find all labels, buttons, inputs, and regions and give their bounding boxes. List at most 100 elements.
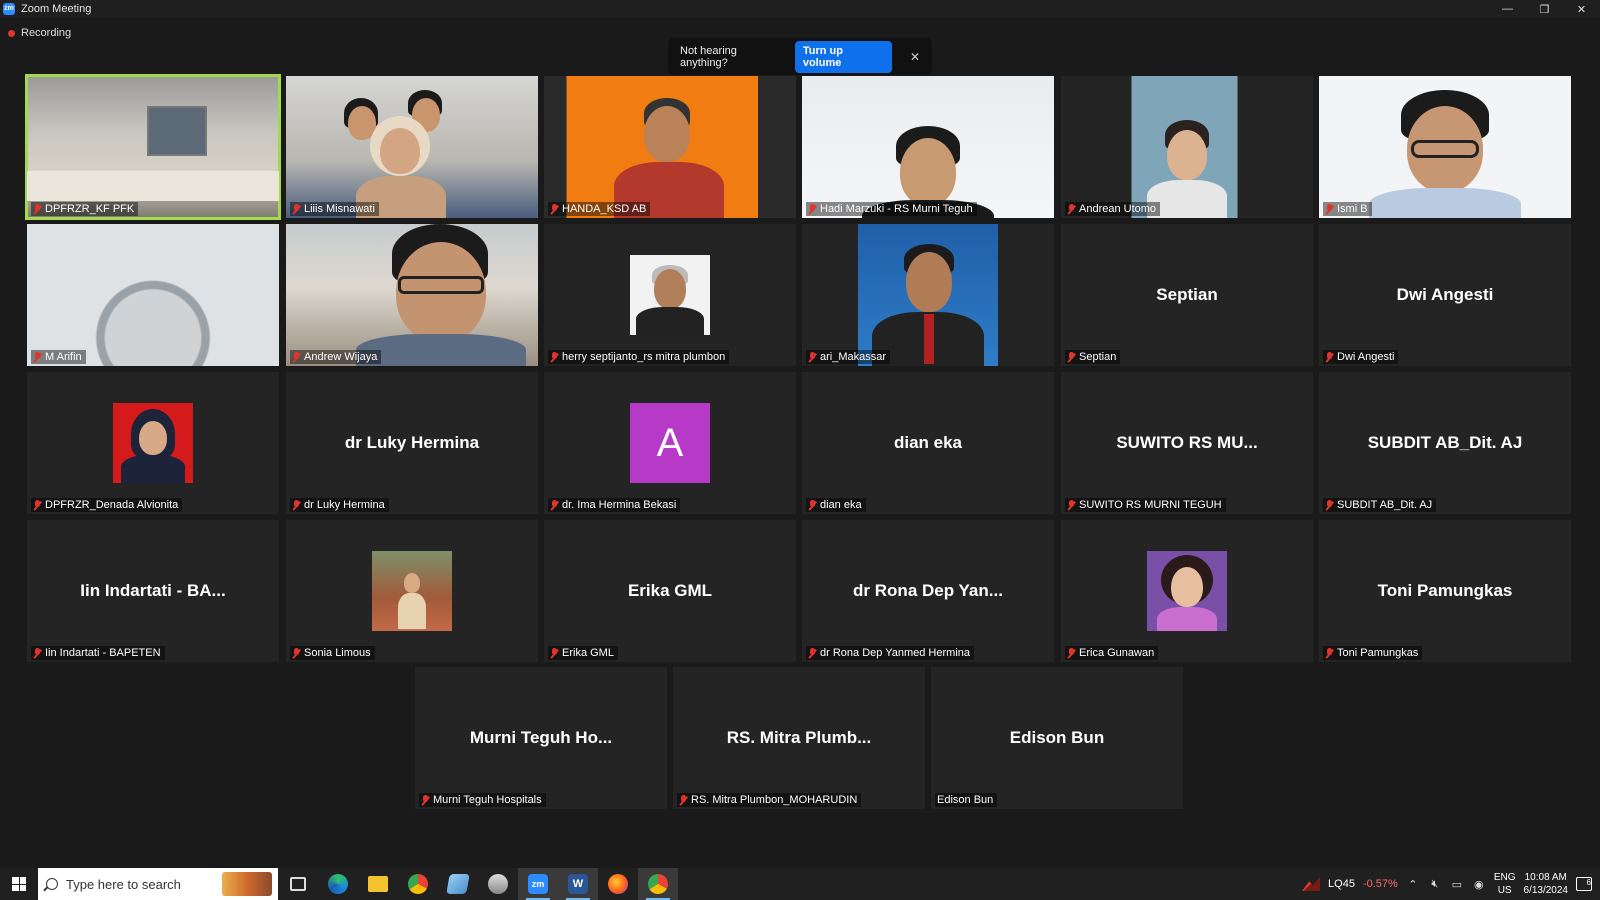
participant-name-label: dr Rona Dep Yanmed Hermina — [806, 646, 975, 660]
avatar-letter: A — [630, 403, 710, 483]
muted-mic-icon — [550, 203, 559, 215]
word-icon[interactable]: W — [558, 868, 598, 900]
muted-mic-icon — [292, 203, 301, 215]
muted-mic-icon — [808, 647, 817, 659]
participant-display-name: Dwi Angesti — [1396, 285, 1494, 304]
video-tile[interactable]: Liiis Misnawati — [286, 76, 538, 218]
zoom-taskbar-icon[interactable]: zm — [518, 868, 558, 900]
video-tile[interactable]: DPFRZR_KF PFK — [25, 74, 281, 220]
video-tile[interactable]: dr Rona Dep Yan... dr Rona Dep Yanmed He… — [802, 520, 1054, 662]
participant-name-label: Andrew Wijaya — [290, 350, 382, 364]
participant-name-label: M Arifin — [31, 350, 86, 364]
video-tile[interactable]: M Arifin — [27, 224, 279, 366]
window-title: Zoom Meeting — [21, 3, 92, 15]
stock-symbol[interactable]: LQ45 — [1328, 878, 1355, 890]
notification-icon[interactable]: 6 — [1576, 877, 1592, 891]
video-tile[interactable]: Erika GML Erika GML — [544, 520, 796, 662]
participant-name-label: herry septijanto_rs mitra plumbon — [548, 350, 730, 364]
video-tile[interactable]: Septian Septian — [1061, 224, 1313, 366]
chrome-icon[interactable] — [398, 868, 438, 900]
participant-display-name: dian eka — [893, 433, 963, 452]
profile-photo — [1147, 551, 1227, 631]
video-tile[interactable]: SUBDIT AB_Dit. AJ SUBDIT AB_Dit. AJ — [1319, 372, 1571, 514]
muted-mic-icon — [1325, 351, 1334, 363]
participant-name-label: DPFRZR_Denada Alvionita — [31, 498, 183, 512]
muted-mic-icon — [1325, 647, 1334, 659]
video-tile[interactable]: RS. Mitra Plumb... RS. Mitra Plumbon_MOH… — [673, 667, 925, 809]
notes-app-icon[interactable] — [438, 868, 478, 900]
participant-display-name: Erika GML — [627, 581, 713, 600]
participant-name-label: Hadi Marzuki - RS Murni Teguh — [806, 202, 977, 216]
firefox-icon[interactable] — [598, 868, 638, 900]
video-tile[interactable]: dr Luky Hermina dr Luky Hermina — [286, 372, 538, 514]
muted-mic-icon — [1325, 499, 1334, 511]
video-tile[interactable]: SUWITO RS MU... SUWITO RS MURNI TEGUH — [1061, 372, 1313, 514]
muted-mic-icon — [1067, 499, 1076, 511]
muted-mic-icon — [808, 499, 817, 511]
video-tile[interactable]: Iin Indartati - BA... Iin Indartati - BA… — [27, 520, 279, 662]
video-tile[interactable]: Ismi B — [1319, 76, 1571, 218]
muted-mic-icon — [33, 203, 42, 215]
video-tile[interactable]: DPFRZR_Denada Alvionita — [27, 372, 279, 514]
muted-mic-icon — [292, 499, 301, 511]
file-explorer-icon[interactable] — [358, 868, 398, 900]
participant-name-label: Sonia Limous — [290, 646, 375, 660]
toast-close-icon[interactable]: ✕ — [910, 50, 920, 64]
muted-mic-icon — [33, 647, 42, 659]
participant-name-label: dian eka — [806, 498, 866, 512]
chrome-profile-icon[interactable] — [638, 868, 678, 900]
speaker-muted-icon[interactable]: 🔇︎ — [1428, 878, 1442, 890]
participant-display-name: dr Luky Hermina — [344, 433, 480, 452]
video-tile[interactable]: A dr. Ima Hermina Bekasi — [544, 372, 796, 514]
muted-mic-icon — [808, 351, 817, 363]
audio-toast: Not hearing anything? Turn up volume ✕ — [668, 38, 932, 75]
video-tile[interactable]: Erica Gunawan — [1061, 520, 1313, 662]
webcam-icon[interactable]: ◉ — [1472, 878, 1486, 891]
video-tile[interactable]: Andrean Utomo — [1061, 76, 1313, 218]
participant-display-name: Iin Indartati - BA... — [80, 581, 226, 600]
zoom-logo-icon: zm — [3, 3, 15, 15]
video-tile[interactable]: Murni Teguh Ho... Murni Teguh Hospitals — [415, 667, 667, 809]
taskbar-search[interactable]: Type here to search — [38, 868, 278, 900]
muted-mic-icon — [679, 794, 688, 806]
profile-photo — [372, 551, 452, 631]
video-tile[interactable]: Dwi Angesti Dwi Angesti — [1319, 224, 1571, 366]
recording-indicator[interactable]: Recording — [8, 27, 71, 39]
turn-up-volume-button[interactable]: Turn up volume — [794, 40, 892, 73]
language-indicator[interactable]: ENG US — [1494, 871, 1516, 897]
app-icon[interactable] — [478, 868, 518, 900]
participant-name-label: Murni Teguh Hospitals — [419, 793, 546, 807]
participant-name-label: Iin Indartati - BAPETEN — [31, 646, 165, 660]
clock[interactable]: 10:08 AM 6/13/2024 — [1524, 871, 1569, 897]
participant-display-name: dr Rona Dep Yan... — [853, 581, 1003, 600]
video-tile[interactable]: Sonia Limous — [286, 520, 538, 662]
edge-icon[interactable] — [318, 868, 358, 900]
video-tile[interactable]: herry septijanto_rs mitra plumbon — [544, 224, 796, 366]
chevron-up-icon[interactable]: ⌃ — [1406, 878, 1420, 891]
muted-mic-icon — [808, 203, 817, 215]
video-tile[interactable]: Edison Bun Edison Bun — [931, 667, 1183, 809]
start-button[interactable] — [0, 868, 38, 900]
participant-display-name: Edison Bun — [1009, 728, 1105, 747]
muted-mic-icon — [550, 499, 559, 511]
video-tile[interactable]: Hadi Marzuki - RS Murni Teguh — [802, 76, 1054, 218]
video-tile[interactable]: Toni Pamungkas Toni Pamungkas — [1319, 520, 1571, 662]
close-button[interactable]: ✕ — [1563, 0, 1600, 18]
muted-mic-icon — [33, 351, 42, 363]
recording-label: Recording — [21, 27, 72, 39]
restore-button[interactable]: ❐ — [1526, 0, 1563, 18]
search-highlight-image — [222, 872, 272, 896]
minimize-button[interactable]: — — [1489, 0, 1526, 18]
video-tile[interactable]: ari_Makassar — [802, 224, 1054, 366]
stock-change: -0.57% — [1362, 878, 1398, 890]
video-tile[interactable]: dian eka dian eka — [802, 372, 1054, 514]
participant-name-label: Edison Bun — [935, 793, 998, 807]
participant-name-label: SUBDIT AB_Dit. AJ — [1323, 498, 1437, 512]
battery-icon[interactable]: ▭ — [1450, 878, 1464, 891]
muted-mic-icon — [550, 647, 559, 659]
video-tile[interactable]: Andrew Wijaya — [286, 224, 538, 366]
system-tray: LQ45 -0.57% ⌃ 🔇︎ ▭ ◉ ENG US 10:08 AM 6/1… — [1302, 868, 1600, 900]
task-view-icon[interactable] — [278, 868, 318, 900]
title-bar: zm Zoom Meeting — ❐ ✕ — [0, 0, 1600, 18]
video-tile[interactable]: HANDA_KSD AB — [544, 76, 796, 218]
